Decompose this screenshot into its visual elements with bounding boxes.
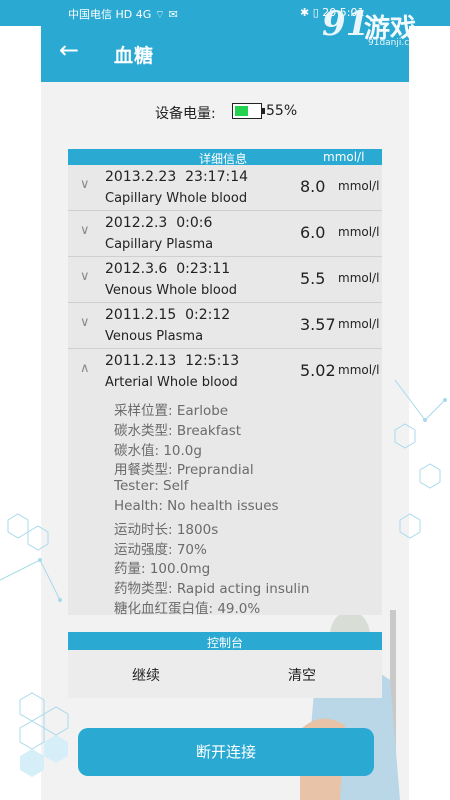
console-header: 控制台 (68, 632, 382, 650)
record-row[interactable]: ∨ 2011.2.15 0:2:12 Venous Plasma 3.57 mm… (68, 303, 382, 349)
detail-exercise-duration: 运动时长: 1800s (114, 521, 219, 538)
chevron-down-icon[interactable]: ∨ (80, 177, 90, 192)
chevron-down-icon[interactable]: ∨ (80, 223, 90, 238)
record-datetime: 2011.2.15 0:2:12 (105, 307, 231, 323)
record-datetime: 2011.2.13 12:5:13 (105, 353, 240, 369)
detail-drug-type: 药物类型: Rapid acting insulin (114, 581, 310, 598)
record-row[interactable]: ∨ 2012.3.6 0:23:11 Venous Whole blood 5.… (68, 257, 382, 303)
detail-meal-type: 用餐类型: Preprandial (114, 462, 254, 479)
record-sample-type: Capillary Whole blood (105, 191, 248, 206)
chevron-up-icon[interactable]: ∧ (80, 361, 90, 376)
record-row[interactable]: ∨ 2012.2.3 0:0:6 Capillary Plasma 6.0 mm… (68, 211, 382, 257)
records-list[interactable]: ∨ 2013.2.23 23:17:14 Capillary Whole blo… (68, 165, 382, 615)
record-unit: mmol/l (338, 363, 380, 377)
records-header-unit: mmol/l (323, 150, 365, 164)
record-datetime: 2013.2.23 23:17:14 (105, 169, 249, 185)
battery-icon (232, 103, 265, 119)
detail-exercise-intensity: 运动强度: 70% (114, 541, 207, 558)
clear-button[interactable]: 清空 (288, 665, 316, 685)
record-unit: mmol/l (338, 179, 380, 193)
detail-carb-type: 碳水类型: Breakfast (114, 422, 242, 439)
disconnect-button[interactable]: 断开连接 (78, 728, 374, 776)
record-datetime: 2012.3.6 0:23:11 (105, 261, 231, 277)
detail-tester: Tester: Self (114, 478, 189, 495)
records-header: 详细信息 mmol/l (68, 149, 382, 166)
record-unit: mmol/l (338, 317, 380, 331)
record-value: 5.5 (300, 269, 326, 288)
continue-button[interactable]: 继续 (132, 665, 160, 685)
record-value: 8.0 (300, 177, 326, 196)
detail-dose: 药量: 100.0mg (114, 561, 211, 578)
chevron-down-icon[interactable]: ∨ (80, 315, 90, 330)
record-value: 6.0 (300, 223, 326, 242)
console-title: 控制台 (206, 636, 243, 650)
record-details: 采样位置: Earlobe 碳水类型: Breakfast 碳水值: 10.0g… (114, 399, 374, 615)
record-sample-type: Venous Whole blood (105, 283, 238, 298)
battery-percent: 55% (266, 103, 298, 119)
record-sample-type: Arterial Whole blood (105, 375, 238, 390)
record-sample-type: Capillary Plasma (105, 237, 214, 252)
detail-carb-value: 碳水值: 10.0g (114, 442, 202, 459)
battery-label: 设备电量: (155, 106, 216, 122)
record-datetime: 2012.2.3 0:0:6 (105, 215, 213, 231)
record-unit: mmol/l (338, 271, 380, 285)
console-panel: 继续 清空 (68, 650, 382, 698)
detail-hba1c: 糖化血红蛋白值: 49.0% (114, 600, 261, 615)
battery-level-fill (235, 106, 248, 116)
record-value: 5.02 (300, 361, 336, 380)
detail-sampling-site: 采样位置: Earlobe (114, 403, 229, 419)
record-sample-type: Venous Plasma (105, 329, 204, 344)
record-row[interactable]: ∨ 2013.2.23 23:17:14 Capillary Whole blo… (68, 165, 382, 211)
record-value: 3.57 (300, 315, 336, 334)
record-unit: mmol/l (338, 225, 380, 239)
battery-tip (262, 108, 265, 114)
record-row-expanded[interactable]: ∧ 2011.2.13 12:5:13 Arterial Whole blood… (68, 349, 382, 394)
chevron-down-icon[interactable]: ∨ (80, 269, 90, 284)
detail-health: Health: No health issues (114, 497, 279, 514)
